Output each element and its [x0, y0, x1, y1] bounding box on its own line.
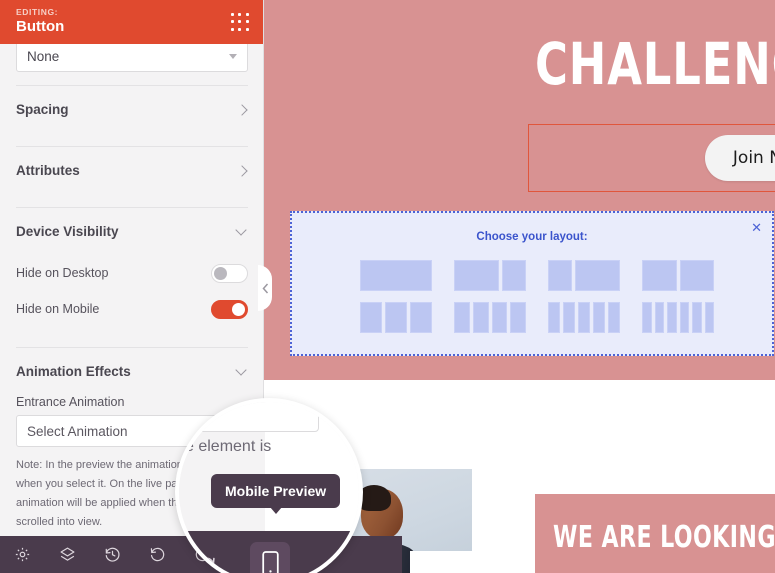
top-select-value: None — [27, 48, 60, 64]
layout-cell — [454, 302, 470, 333]
layout-cell — [385, 302, 407, 333]
layout-cell — [548, 260, 572, 291]
magnifier-content: e element is Mobile Preview — [179, 402, 359, 573]
photo-corner-cut — [410, 551, 472, 573]
chevron-down-icon — [236, 226, 248, 238]
layout-option-three-equal-columns[interactable] — [360, 302, 432, 333]
editing-element-name: Button — [16, 18, 65, 35]
sidebar-section-device-visibility[interactable]: Device Visibility — [16, 208, 248, 255]
layout-options-grid — [360, 260, 714, 344]
hide-on-desktop-toggle[interactable] — [211, 263, 248, 283]
undo-button[interactable] — [135, 536, 180, 573]
entrance-animation-value: Select Animation — [27, 423, 128, 439]
layout-picker: Choose your layout: ✕ — [290, 211, 774, 356]
layout-option-four-equal-columns[interactable] — [454, 302, 526, 333]
section-title: Attributes — [16, 163, 80, 178]
chevron-right-icon — [236, 165, 248, 177]
sidebar-section-spacing[interactable]: Spacing — [16, 86, 248, 133]
section-title: Animation Effects — [16, 364, 131, 379]
layout-cell — [360, 260, 432, 291]
sidebar-section-attributes[interactable]: Attributes — [16, 147, 248, 194]
grid-dots-icon[interactable] — [231, 13, 250, 32]
editor-screen: CHALLENGE Join Now! Choose your layout: … — [0, 0, 775, 573]
hide-on-mobile-toggle[interactable] — [211, 299, 248, 319]
layout-option-two-equal-columns[interactable] — [642, 260, 714, 291]
join-now-button[interactable]: Join Now! — [705, 135, 775, 181]
layout-option-six-equal-columns[interactable] — [642, 302, 714, 333]
layers-button[interactable] — [45, 536, 90, 573]
layout-cell — [593, 302, 605, 333]
sidebar-section-animation-effects[interactable]: Animation Effects — [16, 348, 248, 395]
hero-title: CHALLENGE — [535, 30, 775, 98]
layout-cell — [502, 260, 526, 291]
chevron-down-icon — [229, 54, 237, 59]
gear-icon — [15, 547, 30, 562]
chevron-down-icon — [236, 366, 248, 378]
editing-label: EDITING: — [16, 7, 59, 17]
undo-arrow-icon — [150, 547, 165, 562]
magnified-note-text: e element is — [185, 438, 272, 455]
top-select[interactable]: None — [16, 44, 248, 72]
section-title: Spacing — [16, 102, 69, 117]
magnified-mobile-preview-button[interactable] — [250, 542, 290, 573]
mobile-preview-tooltip: Mobile Preview — [211, 474, 341, 514]
layout-cell — [642, 302, 652, 333]
layout-cell — [679, 260, 714, 291]
layout-option-two-thirds-one-third[interactable] — [454, 260, 526, 291]
layout-cell — [563, 302, 575, 333]
layout-cell — [578, 302, 590, 333]
layout-options-row — [360, 260, 714, 291]
mobile-device-icon — [261, 550, 279, 573]
banner-text: WE ARE LOOKING — [553, 520, 775, 555]
layout-cell — [360, 302, 382, 333]
hide-on-desktop-label: Hide on Desktop — [16, 266, 109, 280]
magnifier-lens: e element is Mobile Preview — [175, 398, 363, 573]
redo-arrow-icon — [197, 557, 215, 573]
hide-on-mobile-row: Hide on Mobile — [16, 291, 248, 327]
settings-button[interactable] — [0, 536, 45, 573]
history-button[interactable] — [90, 536, 135, 573]
history-clock-icon — [105, 547, 120, 562]
layout-cell — [679, 302, 689, 333]
hide-on-desktop-row: Hide on Desktop — [16, 255, 248, 291]
layers-icon — [60, 547, 75, 561]
layout-cell — [667, 302, 677, 333]
magnified-toolbar — [179, 531, 359, 573]
layout-cell — [410, 302, 432, 333]
layout-cell — [510, 302, 526, 333]
layout-cell — [642, 260, 677, 291]
layout-cell — [472, 302, 489, 333]
panel-collapse-handle[interactable] — [258, 265, 272, 311]
section-title: Device Visibility — [16, 224, 119, 239]
layout-cell — [574, 260, 620, 291]
we-are-looking-banner: WE ARE LOOKING — [535, 494, 775, 573]
magnified-redo-button[interactable] — [193, 553, 219, 573]
layout-cell — [454, 260, 500, 291]
magnified-select-edge — [179, 402, 319, 432]
chevron-right-icon — [236, 104, 248, 116]
hide-on-mobile-label: Hide on Mobile — [16, 302, 100, 316]
layout-cell — [491, 302, 508, 333]
panel-header: EDITING: Button — [0, 0, 263, 44]
layout-option-one-third-two-thirds[interactable] — [548, 260, 620, 291]
button-widget-selection[interactable]: Join Now! — [528, 124, 775, 192]
layout-option-five-equal-columns[interactable] — [548, 302, 620, 333]
layout-cell — [704, 302, 714, 333]
layout-option-one-column[interactable] — [360, 260, 432, 291]
layout-cell — [548, 302, 560, 333]
layout-cell — [608, 302, 620, 333]
layout-cell — [654, 302, 664, 333]
close-icon[interactable]: ✕ — [751, 221, 762, 234]
layout-cell — [692, 302, 702, 333]
layout-picker-title: Choose your layout: — [476, 231, 588, 243]
chevron-left-icon — [261, 283, 268, 293]
layout-options-row — [360, 302, 714, 333]
